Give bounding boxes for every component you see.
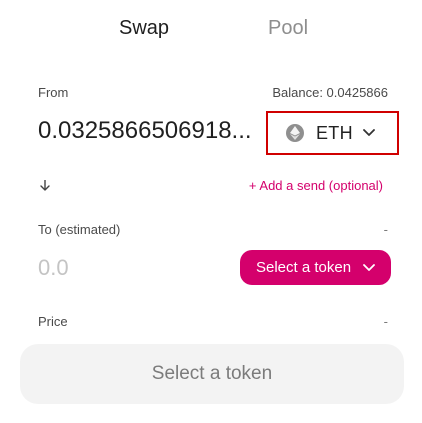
tab-swap[interactable]: Swap [119,14,169,42]
arrow-down-icon[interactable] [38,178,52,192]
token-symbol: ETH [316,122,353,143]
price-label: Price [38,314,68,329]
select-token-main-button[interactable]: Select a token [20,344,404,404]
to-label: To (estimated) [38,222,121,237]
select-token-button[interactable]: Select a token [240,250,391,285]
eth-token-selector[interactable]: ETH [266,111,399,155]
from-balance: Balance: 0.0425866 [272,85,388,100]
to-amount-input[interactable]: 0.0 [38,254,69,282]
chevron-down-icon [363,124,375,142]
add-send-link[interactable]: + Add a send (optional) [249,178,383,193]
to-balance: - [383,222,388,237]
from-amount-input[interactable]: 0.0325866506918... [38,116,252,146]
eth-icon [286,124,304,142]
chevron-down-icon [363,259,375,276]
select-token-label: Select a token [256,259,352,276]
price-value: - [383,314,388,329]
tab-pool[interactable]: Pool [268,14,308,42]
from-label: From [38,85,69,100]
